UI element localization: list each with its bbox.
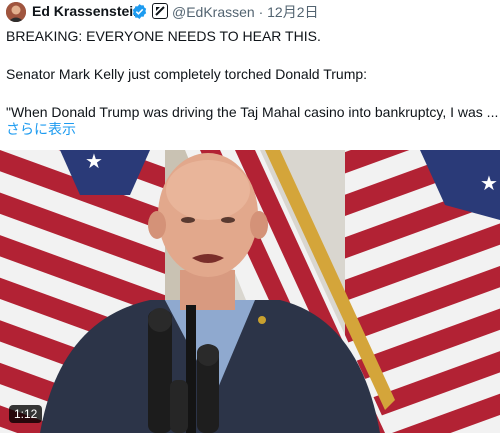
handle-and-date[interactable]: @EdKrassen · 12月2日 — [172, 4, 319, 21]
author-name[interactable]: Ed Krassenstein — [32, 3, 142, 20]
svg-text:★: ★ — [85, 150, 103, 173]
tweet-text-line-1: BREAKING: EVERYONE NEEDS TO HEAR THIS. — [6, 28, 321, 44]
tweet-header: Ed Krassenstein @EdKrassen · 12月2日 — [0, 0, 500, 24]
tweet-text-line-3: "When Donald Trump was driving the Taj M… — [6, 104, 499, 120]
tweet-text-line-2: Senator Mark Kelly just completely torch… — [6, 66, 368, 82]
video-player[interactable]: ★ ★ — [0, 150, 500, 433]
svg-text:★: ★ — [480, 171, 498, 195]
avatar[interactable] — [6, 2, 26, 22]
video-duration-badge: 1:12 — [9, 405, 43, 423]
show-more-link[interactable]: さらに表示 — [6, 121, 76, 138]
tweet-card[interactable]: Ed Krassenstein @EdKrassen · 12月2日 BREAK… — [0, 0, 500, 433]
affiliation-badge-icon[interactable] — [152, 3, 168, 19]
verified-badge-icon[interactable] — [131, 3, 148, 20]
